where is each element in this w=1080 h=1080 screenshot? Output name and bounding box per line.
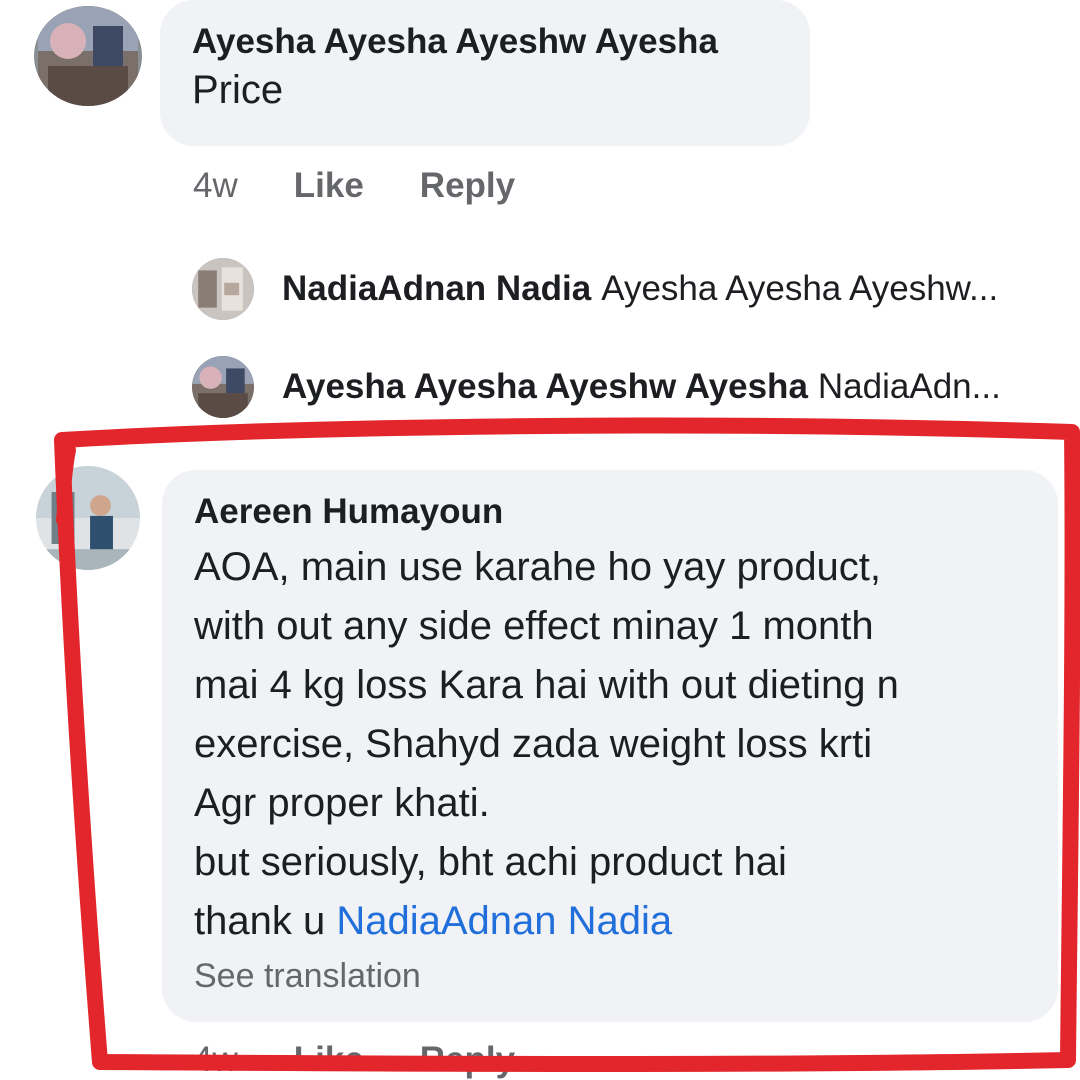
reply-author[interactable]: Ayesha Ayesha Ayeshw Ayesha bbox=[282, 367, 808, 407]
avatar[interactable] bbox=[192, 258, 254, 320]
profile-photo-icon bbox=[38, 6, 138, 106]
profile-photo-icon bbox=[192, 356, 254, 418]
reply-button[interactable]: Reply bbox=[420, 166, 515, 206]
avatar[interactable] bbox=[34, 6, 142, 106]
comment-line: with out any side effect minay 1 month bbox=[194, 604, 874, 648]
reply-snippet: Ayesha Ayesha Ayeshw... bbox=[601, 269, 999, 308]
comment-line: Agr proper khati. bbox=[194, 781, 490, 825]
comment-timestamp[interactable]: 4w bbox=[193, 166, 238, 206]
comment-author[interactable]: Ayesha Ayesha Ayeshw Ayesha bbox=[192, 22, 778, 62]
comment-bubble: Aereen Humayoun AOA, main use karahe ho … bbox=[162, 470, 1058, 1022]
comment-text: AOA, main use karahe ho yay product, wit… bbox=[194, 538, 1026, 951]
profile-photo-icon bbox=[36, 466, 140, 570]
comment-line: exercise, Shahyd zada weight loss krti bbox=[194, 722, 873, 766]
reply-preview-row[interactable]: NadiaAdnan Nadia Ayesha Ayesha Ayeshw... bbox=[192, 258, 998, 320]
avatar[interactable] bbox=[36, 466, 140, 570]
comment-bubble: Ayesha Ayesha Ayeshw Ayesha Price bbox=[160, 0, 810, 146]
comment-line-prefix: thank u bbox=[194, 899, 337, 943]
comment-line: AOA, main use karahe ho yay product, bbox=[194, 545, 882, 589]
comment-actions: 4w Like Reply bbox=[193, 1040, 515, 1080]
like-button[interactable]: Like bbox=[294, 166, 364, 206]
reply-author[interactable]: NadiaAdnan Nadia bbox=[282, 269, 591, 309]
comment-text: Price bbox=[192, 68, 284, 112]
avatar[interactable] bbox=[192, 356, 254, 418]
comment-timestamp[interactable]: 4w bbox=[193, 1040, 238, 1080]
comment-actions: 4w Like Reply bbox=[193, 166, 515, 206]
reply-snippet: NadiaAdn... bbox=[817, 367, 1001, 406]
reply-preview-row[interactable]: Ayesha Ayesha Ayeshw Ayesha NadiaAdn... bbox=[192, 356, 1001, 418]
mention-link[interactable]: NadiaAdnan Nadia bbox=[336, 899, 672, 943]
comment-author[interactable]: Aereen Humayoun bbox=[194, 492, 1026, 532]
comment-line: mai 4 kg loss Kara hai with out dieting … bbox=[194, 663, 899, 707]
see-translation-link[interactable]: See translation bbox=[194, 957, 1026, 996]
profile-photo-icon bbox=[192, 258, 254, 320]
like-button[interactable]: Like bbox=[294, 1040, 364, 1080]
comment-line: thank u NadiaAdnan Nadia bbox=[194, 892, 1026, 951]
reply-button[interactable]: Reply bbox=[420, 1040, 515, 1080]
comment-line: but seriously, bht achi product hai bbox=[194, 840, 787, 884]
